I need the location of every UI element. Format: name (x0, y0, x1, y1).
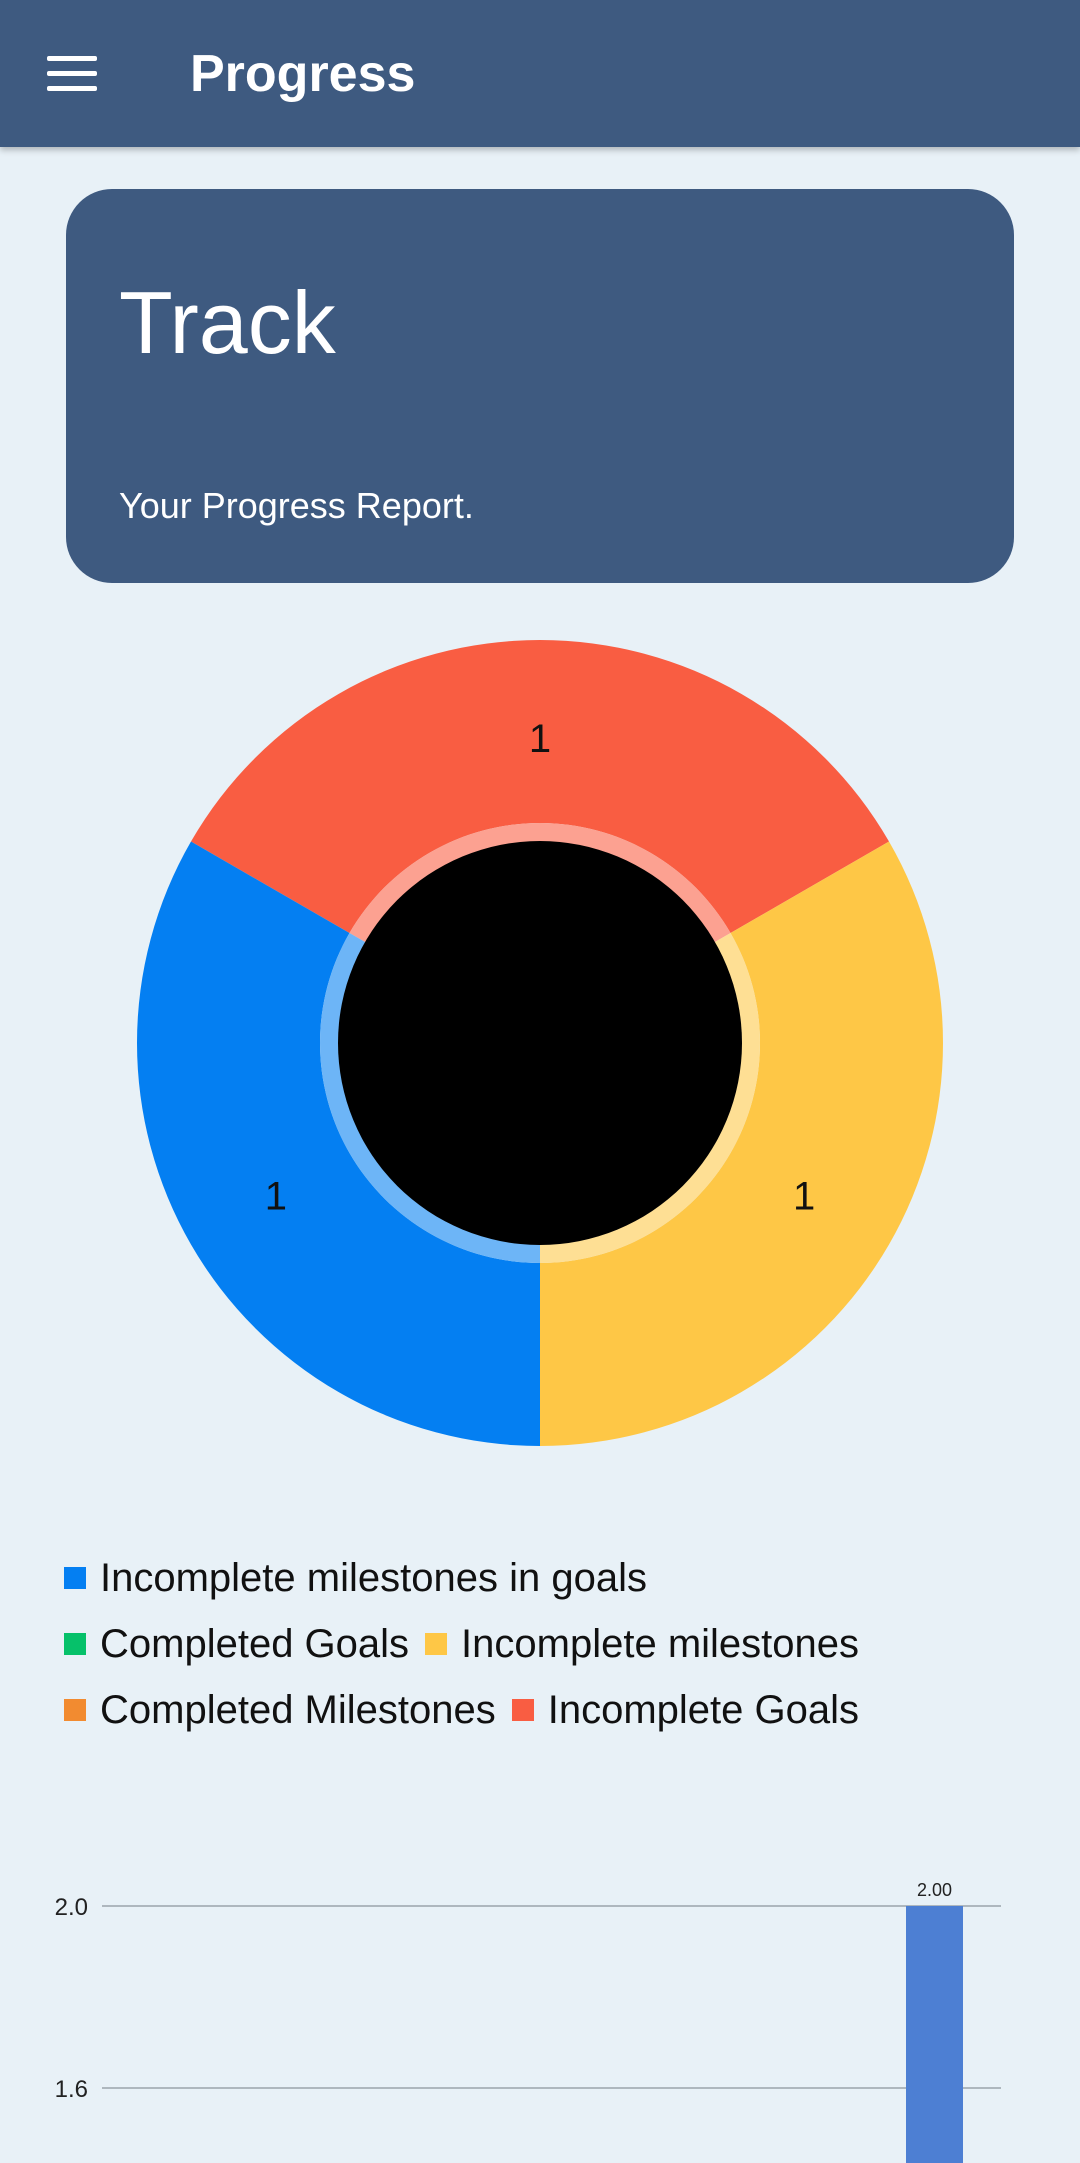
y-tick-label: 1.6 (55, 2076, 88, 2103)
legend-item[interactable]: Incomplete milestones in goals (62, 1556, 647, 1601)
legend-item[interactable]: Incomplete Goals (510, 1688, 859, 1733)
slice-value-label: 1 (265, 1175, 287, 1219)
legend-label: Completed Goals (100, 1621, 410, 1666)
hamburger-menu-icon[interactable] (34, 40, 110, 106)
slice-value-label: 1 (793, 1175, 815, 1219)
page-title: Progress (190, 45, 416, 103)
card-subtitle: Your Progress Report. (119, 485, 474, 526)
y-tick-label: 2.0 (55, 1894, 88, 1921)
bar-chart: 2.0 1.6 2.00 (55, 1880, 1001, 2163)
legend-swatch (64, 1567, 86, 1589)
donut-chart: 1 1 1 (136, 639, 943, 1446)
menu-line (47, 70, 97, 76)
legend-swatch (511, 1699, 534, 1721)
card-title: Track (119, 273, 336, 372)
legend-label: Incomplete milestones (461, 1621, 860, 1666)
donut-center (338, 841, 742, 1245)
legend-item[interactable]: Completed Milestones (62, 1688, 496, 1733)
slice-value-label: 1 (529, 717, 551, 761)
legend-row: Completed Goals Incomplete milestones (62, 1611, 1022, 1677)
menu-line (47, 55, 97, 61)
bar[interactable] (906, 1906, 963, 2163)
bar-data-label: 2.00 (917, 1880, 952, 1900)
legend-label: Incomplete milestones in goals (100, 1555, 647, 1600)
legend-row: Incomplete milestones in goals (62, 1545, 1022, 1611)
legend-swatch (425, 1633, 448, 1655)
progress-header-card: Track Your Progress Report. (66, 189, 1014, 583)
legend-swatch (64, 1699, 86, 1721)
app-bar: Progress (0, 0, 1080, 147)
legend-label: Incomplete Goals (547, 1687, 860, 1732)
legend-label: Completed Milestones (100, 1687, 496, 1732)
legend-swatch (64, 1633, 86, 1655)
legend-row: Completed Milestones Incomplete Goals (62, 1677, 1022, 1743)
menu-line (47, 85, 97, 91)
legend-item[interactable]: Completed Goals (62, 1622, 409, 1667)
legend-item[interactable]: Incomplete milestones (423, 1622, 859, 1667)
chart-legend: Incomplete milestones in goals Completed … (62, 1545, 1022, 1743)
